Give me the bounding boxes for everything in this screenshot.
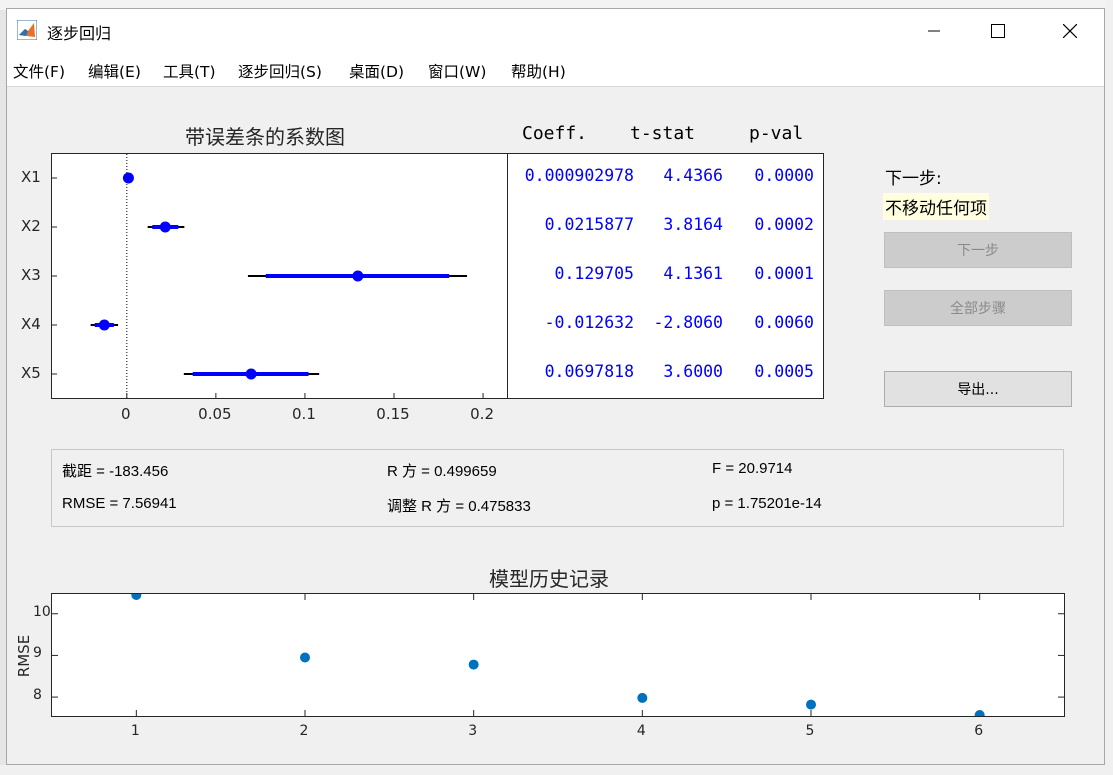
coef-x-tick-label: 0.05 — [198, 405, 232, 423]
maximize-button[interactable] — [975, 9, 1021, 53]
history-x-tick-label: 5 — [805, 723, 815, 739]
all-steps-button[interactable]: 全部步骤 — [884, 290, 1072, 326]
tstat-value: 3.6000 — [663, 362, 723, 381]
p-value-stat: p = 1.75201e-14 — [712, 495, 822, 512]
history-y-tick-label: 9 — [33, 645, 42, 662]
history-point — [131, 594, 142, 600]
history-x-tick-label: 1 — [130, 723, 140, 739]
coef-value: 0.0697818 — [544, 362, 634, 381]
coef-category-label: X3 — [21, 266, 41, 284]
coef-header-coeff: Coeff. — [522, 123, 588, 144]
coef-point — [245, 368, 257, 380]
history-y-axis-label: RMSE — [15, 634, 34, 678]
history-y-tick-label: 10 — [33, 603, 51, 620]
history-plot-axes — [51, 593, 1065, 717]
history-point — [974, 710, 985, 716]
background-app-bottom — [0, 765, 1113, 775]
coef-category-label: X5 — [21, 364, 41, 382]
rmse-stat: RMSE = 7.56941 — [62, 495, 177, 512]
coef-value: 0.000902978 — [524, 166, 634, 185]
menu-stepwise[interactable]: 逐步回归(S) — [238, 60, 322, 82]
coef-value: 0.0215877 — [544, 215, 634, 234]
coef-value: 0.129705 — [554, 264, 634, 283]
coef-header-pval: p-val — [749, 123, 804, 144]
coef-category-label: X2 — [21, 217, 41, 235]
history-plot-title: 模型历史记录 — [489, 567, 609, 591]
coef-category-label: X4 — [21, 315, 41, 333]
export-button[interactable]: 导出... — [884, 371, 1072, 407]
history-y-tick-label: 8 — [33, 687, 42, 704]
title-bar[interactable]: 逐步回归 — [7, 9, 1104, 53]
coef-header-tstat: t-stat — [630, 123, 696, 144]
tstat-value: 3.8164 — [663, 215, 723, 234]
menu-bar: 文件(F) 编辑(E) 工具(T) 逐步回归(S) 桌面(D) 窗口(W) 帮助… — [7, 53, 1104, 87]
pval-value: 0.0002 — [754, 215, 814, 234]
menu-desktop[interactable]: 桌面(D) — [349, 60, 404, 82]
menu-edit[interactable]: 编辑(E) — [88, 60, 141, 82]
pval-value: 0.0000 — [754, 166, 814, 185]
coef-x-tick-label: 0.15 — [376, 405, 410, 423]
tstat-value: 4.4366 — [663, 166, 723, 185]
coef-value: -0.012632 — [544, 313, 634, 332]
menu-window[interactable]: 窗口(W) — [428, 60, 486, 82]
f-stat: F = 20.9714 — [712, 460, 793, 477]
coef-x-tick-label: 0.2 — [470, 405, 494, 423]
pval-value: 0.0060 — [754, 313, 814, 332]
pval-value: 0.0005 — [754, 362, 814, 381]
close-button[interactable] — [1047, 9, 1093, 53]
coef-plot-title: 带误差条的系数图 — [185, 125, 345, 149]
menu-tools[interactable]: 工具(T) — [163, 60, 216, 82]
minimize-button[interactable] — [911, 9, 957, 53]
menu-file[interactable]: 文件(F) — [13, 60, 65, 82]
coef-point — [98, 319, 110, 331]
figure-content: 带误差条的系数图 Coeff. t-stat p-val 0.000902978… — [7, 87, 1104, 764]
coef-point — [122, 172, 134, 184]
tstat-value: 4.1361 — [663, 264, 723, 283]
r-squared-stat: R 方 = 0.499659 — [387, 463, 497, 480]
coef-x-tick-label: 0.1 — [292, 405, 316, 423]
coef-point — [159, 221, 171, 233]
coef-category-label: X1 — [21, 168, 41, 186]
history-x-tick-label: 3 — [468, 723, 478, 739]
history-point — [806, 699, 816, 710]
maximize-icon — [991, 24, 1005, 38]
statistics-panel: 截距 = -183.456 R 方 = 0.499659 F = 20.9714… — [51, 449, 1064, 527]
next-step-button[interactable]: 下一步 — [884, 232, 1072, 268]
window-title: 逐步回归 — [47, 24, 112, 43]
coef-point — [352, 270, 364, 282]
coef-plot-axes — [51, 153, 509, 399]
coef-x-tick-label: 0 — [121, 405, 131, 423]
next-step-value: 不移动任何项 — [883, 193, 989, 220]
tstat-value: -2.8060 — [653, 313, 723, 332]
history-x-tick-label: 4 — [636, 723, 646, 739]
history-point — [637, 692, 648, 703]
history-x-tick-label: 2 — [299, 723, 309, 739]
history-plot-svg — [52, 594, 1064, 716]
intercept-stat: 截距 = -183.456 — [62, 463, 169, 480]
history-point — [300, 652, 310, 663]
coef-plot-svg — [52, 154, 484, 398]
adj-r-squared-stat: 调整 R 方 = 0.475833 — [387, 498, 531, 515]
close-icon — [1063, 24, 1077, 38]
matlab-app-icon — [17, 20, 37, 40]
background-app-edge — [1105, 0, 1113, 775]
stepwise-regression-window: 逐步回归 文件(F) 编辑(E) 工具(T) 逐步回归(S) 桌面(D) 窗口(… — [6, 8, 1105, 765]
pval-value: 0.0001 — [754, 264, 814, 283]
next-step-label: 下一步: — [885, 169, 942, 189]
history-point — [468, 659, 479, 670]
menu-help[interactable]: 帮助(H) — [511, 60, 566, 82]
history-x-tick-label: 6 — [974, 723, 984, 739]
minimize-icon — [928, 30, 940, 32]
